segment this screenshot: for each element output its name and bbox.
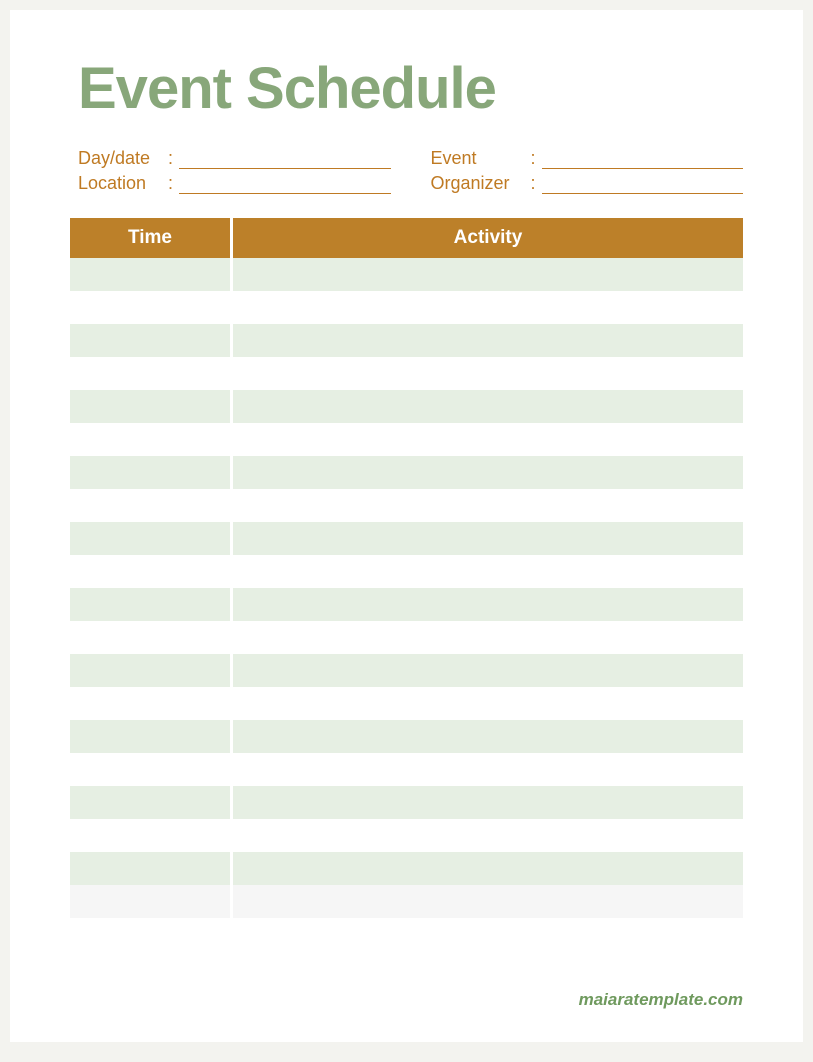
- meta-line-event[interactable]: [542, 150, 743, 169]
- table-row: [70, 522, 743, 555]
- table-row: [70, 654, 743, 687]
- table-row: [70, 390, 743, 423]
- cell-activity[interactable]: [230, 819, 743, 852]
- table-row: [70, 489, 743, 522]
- cell-activity[interactable]: [230, 753, 743, 786]
- cell-time[interactable]: [70, 522, 230, 555]
- meta-colon: :: [531, 148, 536, 169]
- meta-line-organizer[interactable]: [542, 175, 743, 194]
- cell-time[interactable]: [70, 720, 230, 753]
- cell-time[interactable]: [70, 390, 230, 423]
- cell-time[interactable]: [70, 489, 230, 522]
- cell-time[interactable]: [70, 324, 230, 357]
- cell-time[interactable]: [70, 555, 230, 588]
- table-row: [70, 555, 743, 588]
- table-row: [70, 423, 743, 456]
- meta-label-organizer: Organizer: [431, 173, 531, 194]
- meta-label-event: Event: [431, 148, 531, 169]
- meta-label-location: Location: [78, 173, 168, 194]
- cell-activity[interactable]: [230, 588, 743, 621]
- cell-time[interactable]: [70, 258, 230, 291]
- cell-time[interactable]: [70, 423, 230, 456]
- meta-col-left: Day/date : Location :: [78, 148, 391, 198]
- cell-activity[interactable]: [230, 555, 743, 588]
- table-row: [70, 687, 743, 720]
- meta-row-daydate: Day/date :: [78, 148, 391, 169]
- table-row: [70, 786, 743, 819]
- cell-activity[interactable]: [230, 258, 743, 291]
- meta-row-event: Event :: [431, 148, 744, 169]
- cell-activity[interactable]: [230, 357, 743, 390]
- cell-activity[interactable]: [230, 390, 743, 423]
- cell-activity[interactable]: [230, 489, 743, 522]
- meta-block: Day/date : Location : Event : Organizer …: [78, 148, 743, 198]
- cell-activity[interactable]: [230, 621, 743, 654]
- cell-activity[interactable]: [230, 456, 743, 489]
- cell-time[interactable]: [70, 786, 230, 819]
- table-header-row: Time Activity: [70, 218, 743, 258]
- table-row: [70, 324, 743, 357]
- page-title: Event Schedule: [78, 60, 743, 118]
- document-page: Event Schedule Day/date : Location : Eve…: [10, 10, 803, 1042]
- meta-label-daydate: Day/date: [78, 148, 168, 169]
- cell-activity[interactable]: [230, 324, 743, 357]
- cell-time[interactable]: [70, 885, 230, 918]
- meta-line-daydate[interactable]: [179, 150, 390, 169]
- cell-activity[interactable]: [230, 720, 743, 753]
- table-row: [70, 753, 743, 786]
- cell-activity[interactable]: [230, 687, 743, 720]
- meta-colon: :: [168, 148, 173, 169]
- cell-time[interactable]: [70, 753, 230, 786]
- table-row: [70, 819, 743, 852]
- cell-activity[interactable]: [230, 654, 743, 687]
- header-activity: Activity: [230, 218, 743, 258]
- table-row: [70, 885, 743, 918]
- schedule-table: Time Activity: [70, 218, 743, 918]
- cell-time[interactable]: [70, 654, 230, 687]
- cell-time[interactable]: [70, 852, 230, 885]
- cell-activity[interactable]: [230, 852, 743, 885]
- table-row: [70, 258, 743, 291]
- meta-line-location[interactable]: [179, 175, 390, 194]
- table-row: [70, 852, 743, 885]
- table-row: [70, 456, 743, 489]
- cell-activity[interactable]: [230, 885, 743, 918]
- cell-activity[interactable]: [230, 423, 743, 456]
- meta-col-right: Event : Organizer :: [431, 148, 744, 198]
- meta-colon: :: [168, 173, 173, 194]
- table-row: [70, 621, 743, 654]
- table-row: [70, 720, 743, 753]
- cell-activity[interactable]: [230, 786, 743, 819]
- cell-time[interactable]: [70, 819, 230, 852]
- header-time: Time: [70, 218, 230, 258]
- meta-row-location: Location :: [78, 173, 391, 194]
- cell-time[interactable]: [70, 357, 230, 390]
- meta-colon: :: [531, 173, 536, 194]
- cell-activity[interactable]: [230, 291, 743, 324]
- footer-credit: maiaratemplate.com: [579, 990, 743, 1010]
- cell-time[interactable]: [70, 291, 230, 324]
- cell-activity[interactable]: [230, 522, 743, 555]
- meta-row-organizer: Organizer :: [431, 173, 744, 194]
- cell-time[interactable]: [70, 687, 230, 720]
- table-row: [70, 357, 743, 390]
- table-row: [70, 588, 743, 621]
- cell-time[interactable]: [70, 456, 230, 489]
- table-row: [70, 291, 743, 324]
- cell-time[interactable]: [70, 621, 230, 654]
- cell-time[interactable]: [70, 588, 230, 621]
